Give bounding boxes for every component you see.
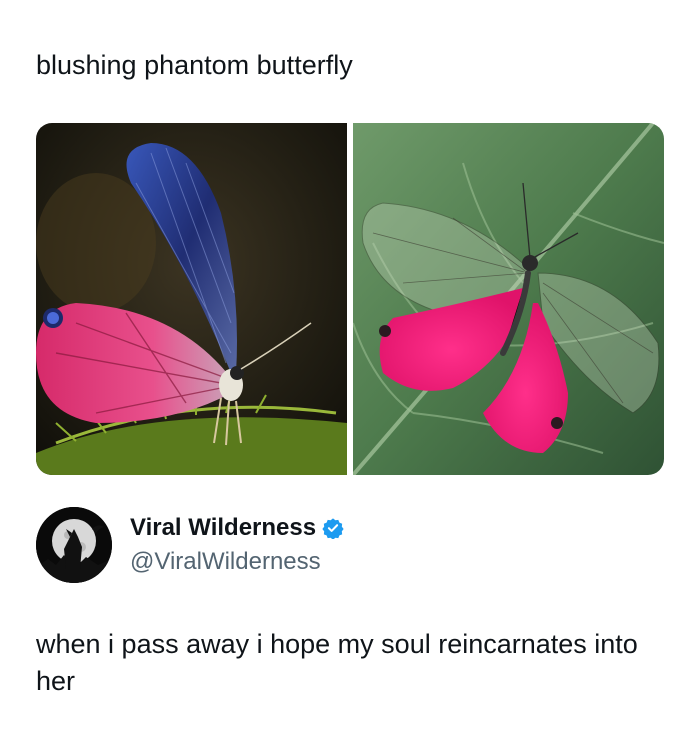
verified-badge-icon: [322, 517, 344, 540]
post-text: when i pass away i hope my soul reincarn…: [36, 629, 638, 696]
post-caption: blushing phantom butterfly: [36, 50, 353, 80]
author-display-name[interactable]: Viral Wilderness: [130, 513, 316, 543]
image-butterfly-side[interactable]: [36, 123, 347, 475]
butterfly-side-illustration: [36, 123, 347, 475]
author-profile[interactable]: Viral Wilderness @ViralWilderness: [36, 507, 344, 583]
image-butterfly-leaf[interactable]: [353, 123, 664, 475]
wolf-avatar-icon: [36, 507, 112, 583]
butterfly-leaf-illustration: [353, 123, 664, 475]
media-grid[interactable]: [36, 123, 664, 475]
author-handle[interactable]: @ViralWilderness: [130, 547, 344, 577]
avatar[interactable]: [36, 507, 112, 583]
